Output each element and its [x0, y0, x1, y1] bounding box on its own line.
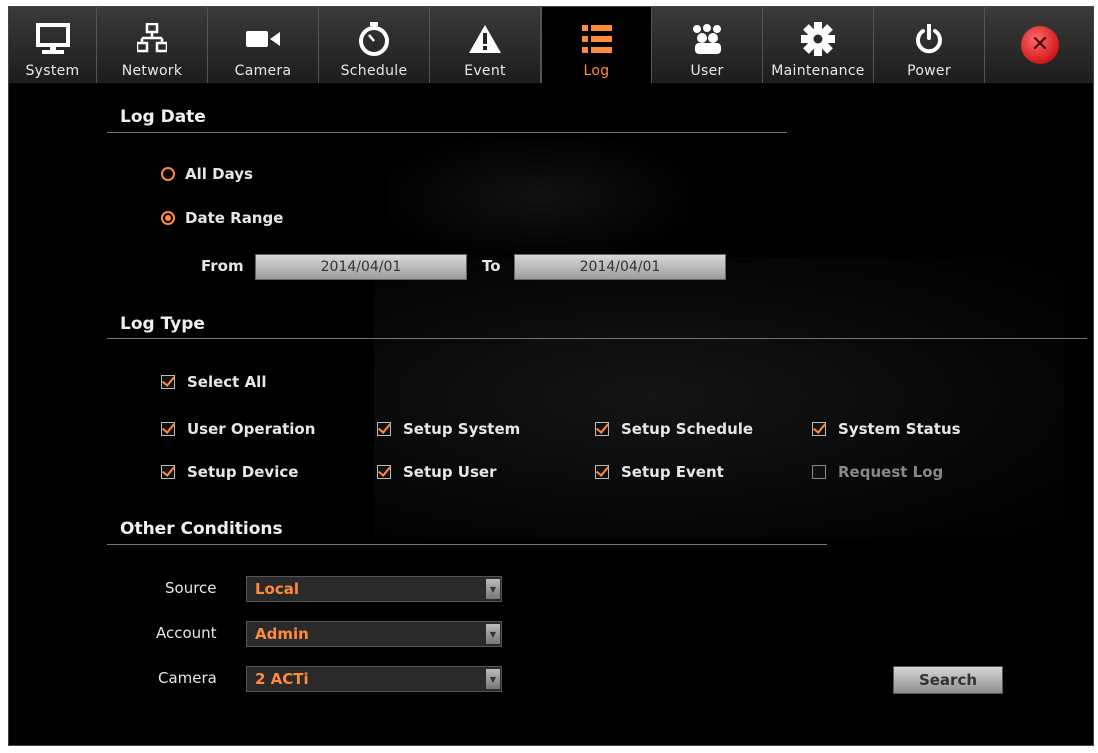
camera-label: Camera — [158, 669, 217, 687]
from-label: From — [201, 257, 244, 275]
select-value: Local — [255, 580, 300, 598]
radio-indicator — [161, 167, 175, 181]
chevron-down-icon: ▼ — [486, 579, 500, 599]
checkbox-label: System Status — [838, 420, 961, 438]
checkbox-label: Setup User — [403, 463, 497, 481]
tab-label: Maintenance — [771, 63, 865, 79]
radio-all-days[interactable]: All Days — [161, 165, 253, 183]
clock-icon — [356, 21, 392, 57]
from-date-field[interactable]: 2014/04/01 — [255, 254, 467, 280]
checkbox-setup-device[interactable]: Setup Device — [161, 463, 298, 481]
checkbox-indicator — [812, 422, 826, 436]
close-area: ✕ — [985, 7, 1093, 82]
source-label: Source — [165, 579, 217, 597]
account-label: Account — [156, 624, 217, 642]
radio-label: All Days — [185, 165, 253, 183]
checkbox-user-operation[interactable]: User Operation — [161, 420, 315, 438]
log-window: System Network Camera Schedule Event Log… — [8, 6, 1094, 746]
tab-label: User — [690, 63, 724, 79]
checkbox-setup-schedule[interactable]: Setup Schedule — [595, 420, 753, 438]
chevron-down-icon: ▼ — [486, 624, 500, 644]
monitor-icon — [35, 21, 71, 57]
tab-label: Log — [583, 63, 610, 79]
radio-indicator — [161, 211, 175, 225]
search-button[interactable]: Search — [893, 666, 1003, 694]
camera-select[interactable]: 2 ACTi ▼ — [246, 666, 502, 692]
checkbox-label: Setup Event — [621, 463, 724, 481]
checkbox-label: User Operation — [187, 420, 316, 438]
other-conditions-title: Other Conditions — [120, 519, 283, 539]
source-select[interactable]: Local ▼ — [246, 576, 502, 602]
checkbox-indicator — [377, 465, 391, 479]
close-button[interactable]: ✕ — [1021, 25, 1059, 64]
checkbox-indicator — [595, 465, 609, 479]
tab-power[interactable]: Power — [874, 7, 985, 83]
checkbox-indicator — [161, 375, 175, 389]
tab-label: Network — [121, 63, 183, 79]
log-type-title: Log Type — [120, 314, 205, 334]
tab-schedule[interactable]: Schedule — [319, 7, 430, 83]
background-image — [374, 257, 1064, 537]
tab-label: System — [25, 63, 80, 79]
list-icon — [579, 21, 615, 57]
power-icon — [911, 21, 947, 57]
warning-icon — [467, 21, 503, 57]
tab-user[interactable]: User — [652, 7, 763, 83]
tab-system[interactable]: System — [9, 7, 97, 83]
tab-label: Schedule — [340, 63, 408, 79]
to-label: To — [482, 257, 501, 275]
checkbox-select-all[interactable]: Select All — [161, 373, 266, 391]
checkbox-request-log[interactable]: Request Log — [812, 463, 943, 481]
radio-label: Date Range — [185, 209, 284, 227]
select-value: 2 ACTi — [255, 670, 309, 688]
tab-label: Event — [464, 63, 506, 79]
checkbox-indicator — [377, 422, 391, 436]
tab-log[interactable]: Log — [541, 7, 652, 83]
checkbox-setup-event[interactable]: Setup Event — [595, 463, 724, 481]
checkbox-system-status[interactable]: System Status — [812, 420, 961, 438]
tab-network[interactable]: Network — [97, 7, 208, 83]
checkbox-setup-user[interactable]: Setup User — [377, 463, 496, 481]
section-divider — [107, 338, 1087, 339]
select-value: Admin — [255, 625, 309, 643]
tab-maintenance[interactable]: Maintenance — [763, 7, 874, 83]
tab-event[interactable]: Event — [430, 7, 541, 83]
tab-camera[interactable]: Camera — [208, 7, 319, 83]
checkbox-setup-system[interactable]: Setup System — [377, 420, 520, 438]
checkbox-indicator — [812, 465, 826, 479]
section-divider — [107, 544, 827, 545]
checkbox-indicator — [161, 465, 175, 479]
section-divider — [107, 132, 787, 133]
camera-icon — [245, 21, 281, 57]
checkbox-label: Setup System — [403, 420, 521, 438]
users-icon — [689, 21, 725, 57]
close-icon: ✕ — [1030, 32, 1050, 57]
checkbox-label: Request Log — [838, 463, 944, 481]
checkbox-label: Setup Schedule — [621, 420, 754, 438]
log-date-title: Log Date — [120, 107, 206, 127]
tab-label: Camera — [234, 63, 292, 79]
network-icon — [134, 21, 170, 57]
account-select[interactable]: Admin ▼ — [246, 621, 502, 647]
gear-icon — [800, 21, 836, 57]
tab-label: Power — [907, 63, 951, 79]
chevron-down-icon: ▼ — [486, 669, 500, 689]
background-image — [389, 137, 689, 257]
checkbox-indicator — [595, 422, 609, 436]
radio-date-range[interactable]: Date Range — [161, 209, 283, 227]
main-toolbar: System Network Camera Schedule Event Log… — [9, 7, 1093, 83]
checkbox-indicator — [161, 422, 175, 436]
checkbox-label: Setup Device — [187, 463, 299, 481]
to-date-field[interactable]: 2014/04/01 — [514, 254, 726, 280]
checkbox-label: Select All — [187, 373, 267, 391]
